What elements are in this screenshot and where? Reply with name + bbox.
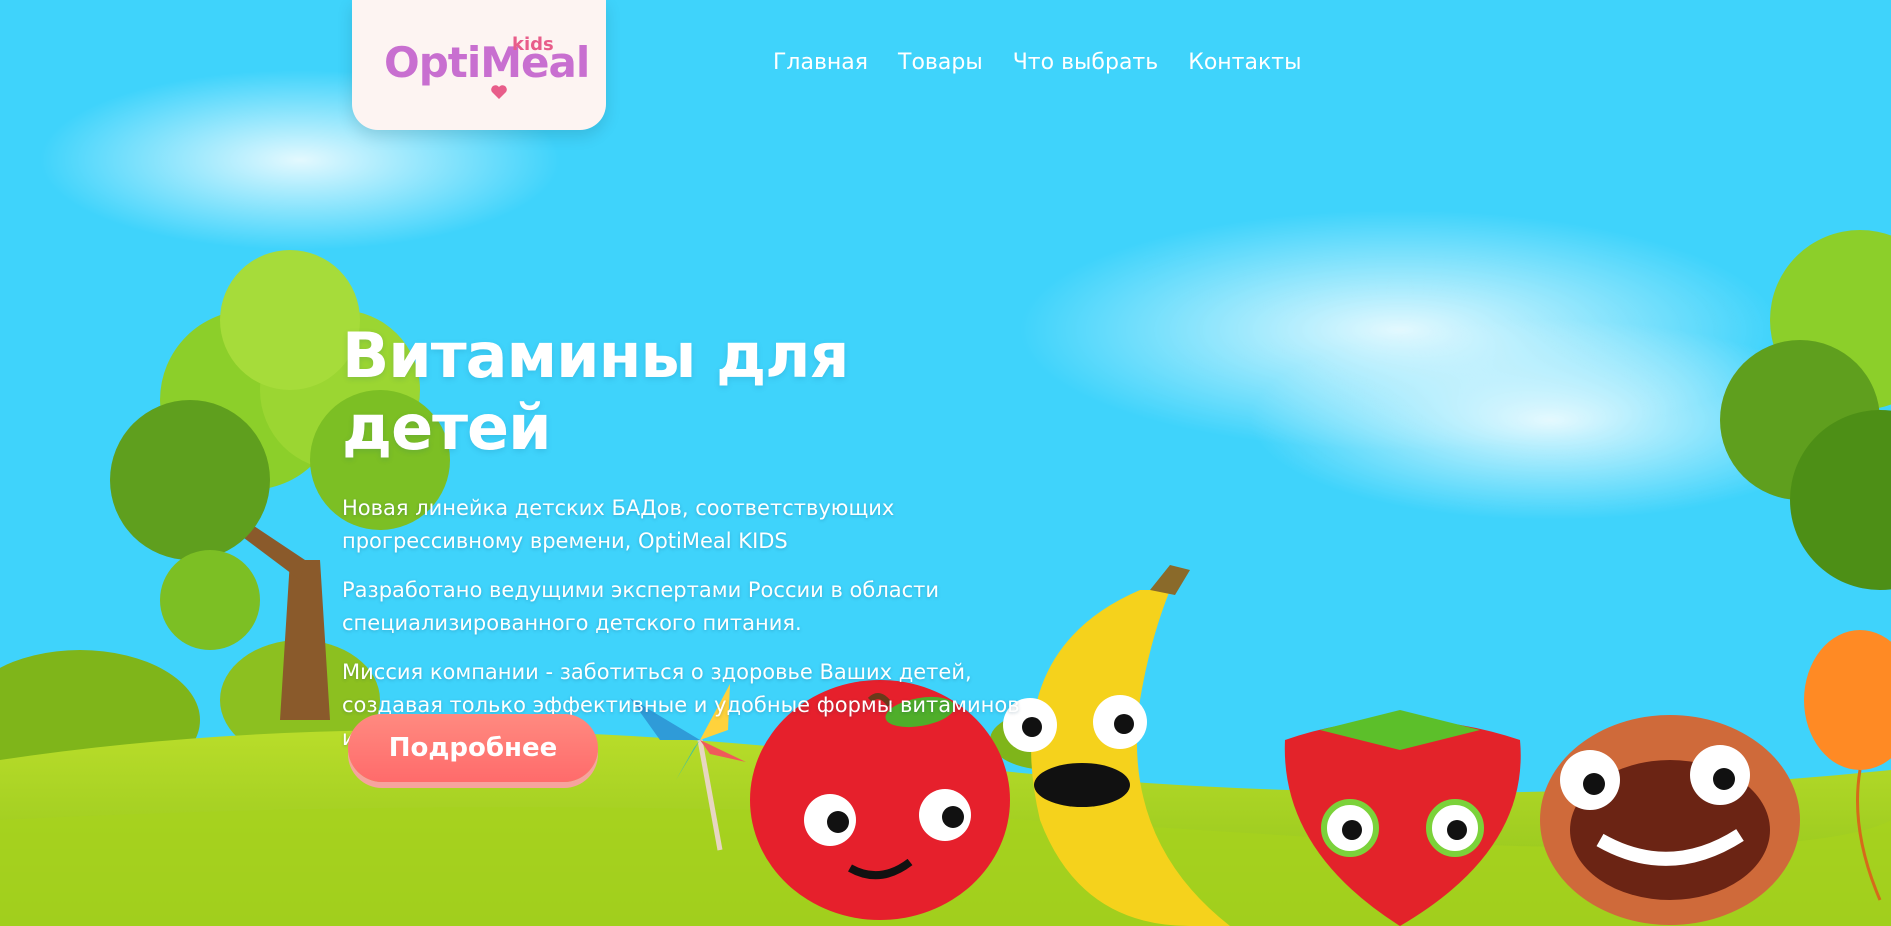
hero-paragraph-1: Новая линейка детских БАДов, соответству… xyxy=(342,496,895,553)
nav-item-contacts[interactable]: Контакты xyxy=(1188,50,1301,75)
more-button[interactable]: Подробнее xyxy=(348,714,598,782)
nav-item-home[interactable]: Главная xyxy=(773,50,868,75)
hero-paragraph-2: Разработано ведущими экспертами России в… xyxy=(342,578,940,635)
heart-icon xyxy=(491,85,507,99)
cookie-character xyxy=(1540,715,1800,925)
logo-kids-label: kids xyxy=(512,34,554,55)
main-nav: Главная Товары Что выбрать Контакты xyxy=(773,50,1301,75)
logo-wordmark: OptiMeal xyxy=(384,38,590,87)
hero-title: Витамины для детей xyxy=(342,319,849,464)
logo[interactable]: OptiMeal kids xyxy=(352,0,606,130)
nav-item-what-to-choose[interactable]: Что выбрать xyxy=(1013,50,1158,75)
nav-item-products[interactable]: Товары xyxy=(898,50,983,75)
hero-section: Витамины для детей Новая линейка детских… xyxy=(342,320,1022,771)
